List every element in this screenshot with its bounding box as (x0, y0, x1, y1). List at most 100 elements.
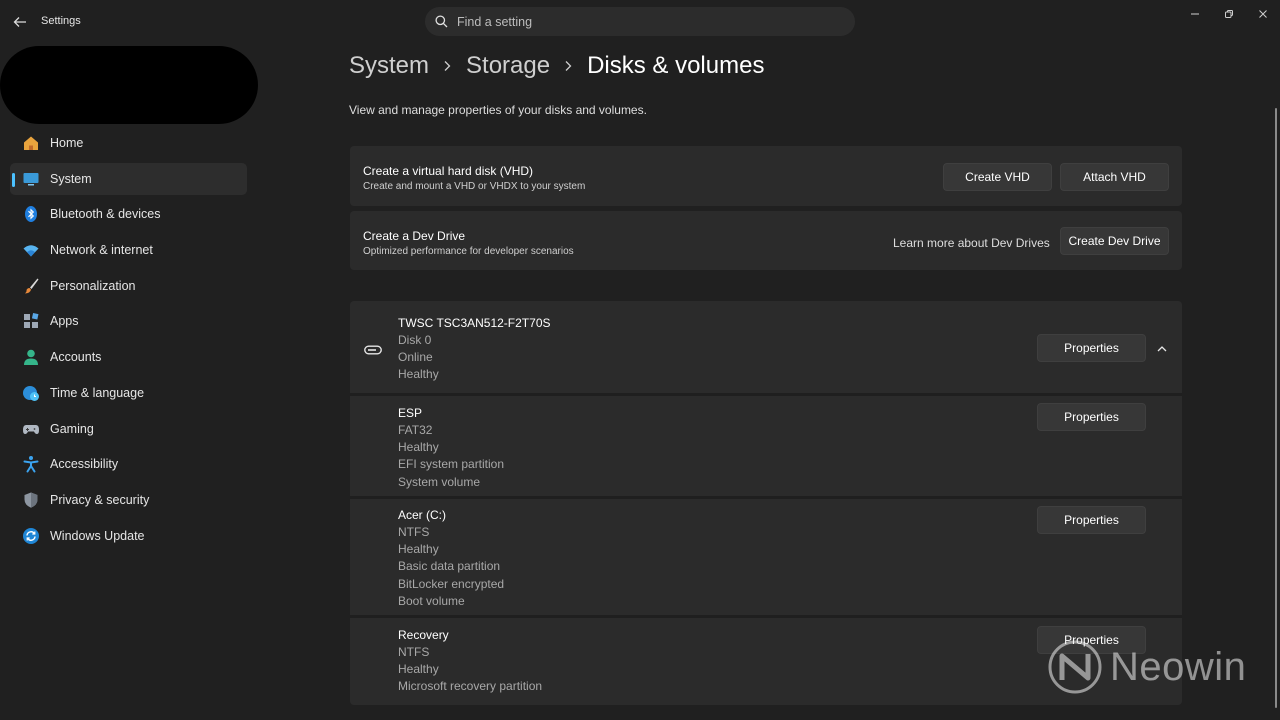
back-arrow-icon (13, 17, 26, 27)
divider (350, 496, 1182, 499)
dev-drive-card: Create a Dev Drive Optimized performance… (350, 211, 1182, 270)
person-icon (22, 348, 40, 366)
esp-properties-button[interactable]: Properties (1037, 403, 1146, 431)
sidebar-item-personalization[interactable]: Personalization (10, 270, 247, 302)
acer-c-properties-button[interactable]: Properties (1037, 506, 1146, 534)
wifi-icon (22, 241, 40, 259)
close-icon (1259, 10, 1267, 18)
sidebar-item-label: Accessibility (50, 457, 119, 472)
drive-icon (364, 342, 382, 360)
sidebar-item-system[interactable]: System (10, 162, 247, 195)
neowin-logo-icon (1048, 640, 1102, 694)
disk-name: TWSC TSC3AN512-F2T70S (398, 316, 551, 330)
breadcrumb: System Storage Disks & volumes (349, 52, 764, 80)
sidebar-item-accessibility[interactable]: Accessibility (10, 448, 247, 480)
restore-button[interactable] (1212, 0, 1246, 28)
sidebar-item-gaming[interactable]: Gaming (10, 413, 247, 445)
sidebar-item-bluetooth[interactable]: Bluetooth & devices (10, 198, 247, 230)
sidebar-item-time-language[interactable]: Time & language (10, 377, 247, 409)
sidebar-item-label: Time & language (50, 385, 145, 400)
sidebar-item-apps[interactable]: Apps (10, 305, 247, 337)
disk-detail: Healthy (398, 367, 439, 382)
search-box[interactable]: Find a setting (425, 7, 855, 36)
sidebar-item-label: Apps (50, 314, 79, 329)
attach-vhd-button[interactable]: Attach VHD (1060, 163, 1169, 191)
vhd-card: Create a virtual hard disk (VHD) Create … (350, 146, 1182, 206)
search-icon (435, 15, 448, 28)
system-icon (22, 170, 40, 188)
globe-clock-icon (22, 384, 40, 402)
disk-detail: Online (398, 350, 433, 365)
settings-window: Settings Find a setting Home System Blue… (0, 0, 1280, 720)
volume-entry-recovery: Recovery NTFS Healthy Microsoft recovery… (398, 627, 542, 696)
disk-detail: Disk 0 (398, 333, 432, 347)
sidebar-item-label: System (50, 171, 92, 186)
learn-more-dev-drives-link[interactable]: Learn more about Dev Drives (893, 236, 1050, 250)
neowin-watermark: Neowin (1048, 640, 1246, 694)
breadcrumb-system[interactable]: System (349, 52, 429, 80)
vertical-scrollbar[interactable] (1275, 108, 1277, 708)
collapse-chevron-up-icon[interactable] (1156, 342, 1168, 354)
watermark-text: Neowin (1110, 644, 1247, 689)
restore-icon (1225, 10, 1233, 18)
sidebar-item-privacy-security[interactable]: Privacy & security (10, 484, 247, 516)
chevron-right-icon (564, 60, 573, 72)
vhd-card-subtitle: Create and mount a VHD or VHDX to your s… (363, 181, 586, 192)
bluetooth-icon (22, 205, 40, 223)
page-title: Disks & volumes (587, 52, 765, 79)
volume-detail: BitLocker encrypted (398, 576, 505, 591)
breadcrumb-storage[interactable]: Storage (466, 52, 550, 80)
update-icon (22, 527, 40, 545)
sidebar-item-accounts[interactable]: Accounts (10, 341, 247, 373)
volume-detail: NTFS (398, 645, 430, 659)
volume-entry-esp: ESP FAT32 Healthy EFI system partition S… (398, 405, 504, 491)
home-icon (22, 134, 40, 152)
sidebar-item-label: Home (50, 136, 84, 150)
volume-detail: Healthy (398, 440, 439, 455)
volume-detail: Boot volume (398, 593, 465, 608)
volume-detail: Microsoft recovery partition (398, 679, 543, 694)
app-title: Settings (41, 15, 81, 27)
search-placeholder: Find a setting (457, 14, 533, 29)
sidebar-item-windows-update[interactable]: Windows Update (10, 520, 247, 552)
back-button[interactable] (8, 10, 32, 34)
create-vhd-button[interactable]: Create VHD (943, 163, 1052, 191)
page-description: View and manage properties of your disks… (349, 103, 647, 117)
sidebar-item-label: Personalization (50, 278, 136, 293)
close-button[interactable] (1246, 0, 1280, 28)
minimize-icon (1191, 13, 1199, 15)
dev-drive-card-subtitle: Optimized performance for developer scen… (363, 246, 574, 257)
disk-properties-button[interactable]: Properties (1037, 334, 1146, 362)
volume-detail: NTFS (398, 525, 430, 539)
volume-name: Acer (C:) (398, 508, 446, 522)
minimize-button[interactable] (1178, 0, 1212, 28)
volume-detail: System volume (398, 474, 481, 489)
sidebar-item-network[interactable]: Network & internet (10, 234, 247, 266)
volume-detail: Healthy (398, 542, 439, 557)
sidebar-item-label: Gaming (50, 421, 94, 436)
sidebar-item-label: Bluetooth & devices (50, 207, 161, 222)
volume-name: Recovery (398, 628, 449, 642)
sidebar-nav: Home System Bluetooth & devices Network … (10, 127, 247, 555)
create-dev-drive-button[interactable]: Create Dev Drive (1060, 227, 1169, 255)
volume-entry-acer-c: Acer (C:) NTFS Healthy Basic data partit… (398, 507, 504, 610)
volume-detail: Basic data partition (398, 559, 501, 574)
brush-icon (22, 277, 40, 295)
volume-detail: EFI system partition (398, 457, 505, 472)
vhd-card-title: Create a virtual hard disk (VHD) (363, 164, 534, 178)
chevron-right-icon (443, 60, 452, 72)
accessibility-icon (22, 455, 40, 473)
sidebar-item-home[interactable]: Home (10, 127, 247, 159)
disk-entry: TWSC TSC3AN512-F2T70S Disk 0 Online Heal… (398, 315, 551, 384)
profile-block[interactable] (0, 46, 258, 124)
dev-drive-card-title: Create a Dev Drive (363, 229, 466, 243)
gamepad-icon (22, 420, 40, 438)
divider (350, 393, 1182, 396)
volume-name: ESP (398, 406, 423, 420)
sidebar-item-label: Network & internet (50, 243, 153, 258)
sidebar-item-label: Accounts (50, 350, 102, 365)
sidebar-item-label: Privacy & security (50, 492, 150, 507)
apps-icon (22, 312, 40, 330)
divider (350, 615, 1182, 618)
window-controls (1178, 0, 1280, 28)
